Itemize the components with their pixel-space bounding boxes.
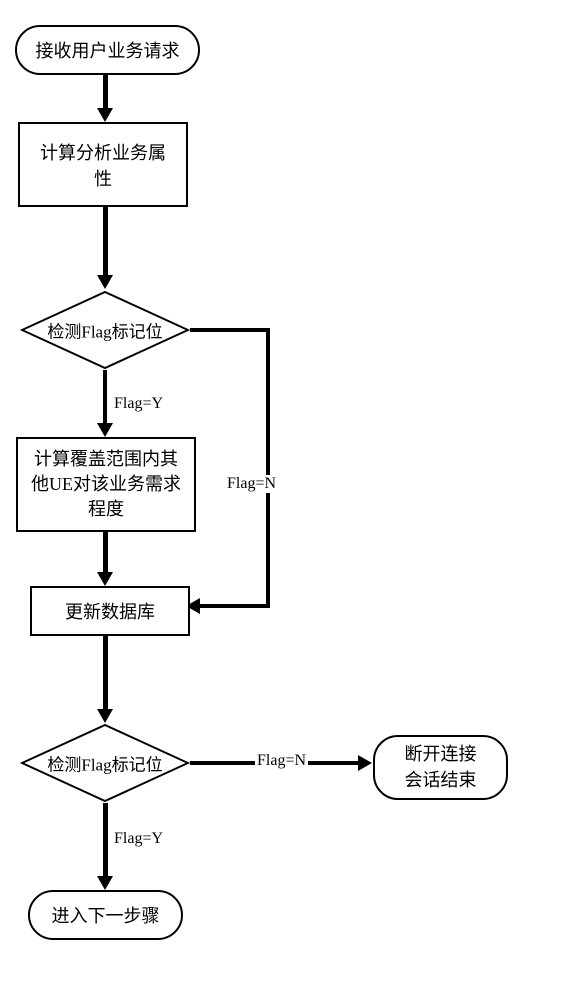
edge-flag-n-1: Flag=N (225, 475, 278, 493)
process2-label: 计算覆盖范围内其他UE对该业务需求程度 (30, 447, 182, 523)
end-disconnect: 断开连接 会话结束 (373, 735, 508, 800)
process3-label: 更新数据库 (65, 598, 155, 624)
arrow-d1-right (190, 328, 270, 332)
arrowhead-1 (97, 108, 113, 122)
decision1-label: 检测Flag标记位 (47, 318, 162, 343)
process1-label: 计算分析业务属性 (32, 139, 174, 191)
end-right-line2: 会话结束 (405, 770, 477, 790)
decision2-label: 检测Flag标记位 (47, 751, 162, 776)
edge-flag-y-1: Flag=Y (112, 395, 165, 413)
arrow-1 (103, 75, 108, 110)
start-node: 接收用户业务请求 (15, 25, 200, 75)
arrow-5 (103, 636, 108, 711)
arrowhead-2 (97, 275, 113, 289)
edge-flag-y-2: Flag=Y (112, 830, 165, 848)
arrow-d1-right-in (200, 604, 270, 608)
arrow-d1-down (103, 370, 107, 425)
decision-flag-2: 检测Flag标记位 (20, 723, 190, 803)
end-bottom-label: 进入下一步骤 (52, 902, 160, 928)
process-analyze: 计算分析业务属性 (18, 122, 188, 207)
arrowhead-d1-down (97, 423, 113, 437)
decision-flag-1: 检测Flag标记位 (20, 290, 190, 370)
arrow-4 (103, 532, 108, 574)
end-next-step: 进入下一步骤 (28, 890, 183, 940)
arrowhead-4 (97, 572, 113, 586)
arrow-d1-right-down (266, 328, 270, 608)
arrowhead-d2-right (358, 755, 372, 771)
arrowhead-d2-down (97, 876, 113, 890)
arrowhead-5 (97, 709, 113, 723)
process-compute-ue: 计算覆盖范围内其他UE对该业务需求程度 (16, 437, 196, 532)
arrow-2 (103, 207, 108, 277)
process-update-db: 更新数据库 (30, 586, 190, 636)
start-label: 接收用户业务请求 (36, 37, 180, 63)
end-right-line1: 断开连接 (405, 744, 477, 764)
edge-flag-n-2: Flag=N (255, 752, 308, 770)
arrow-d2-down (103, 803, 108, 878)
